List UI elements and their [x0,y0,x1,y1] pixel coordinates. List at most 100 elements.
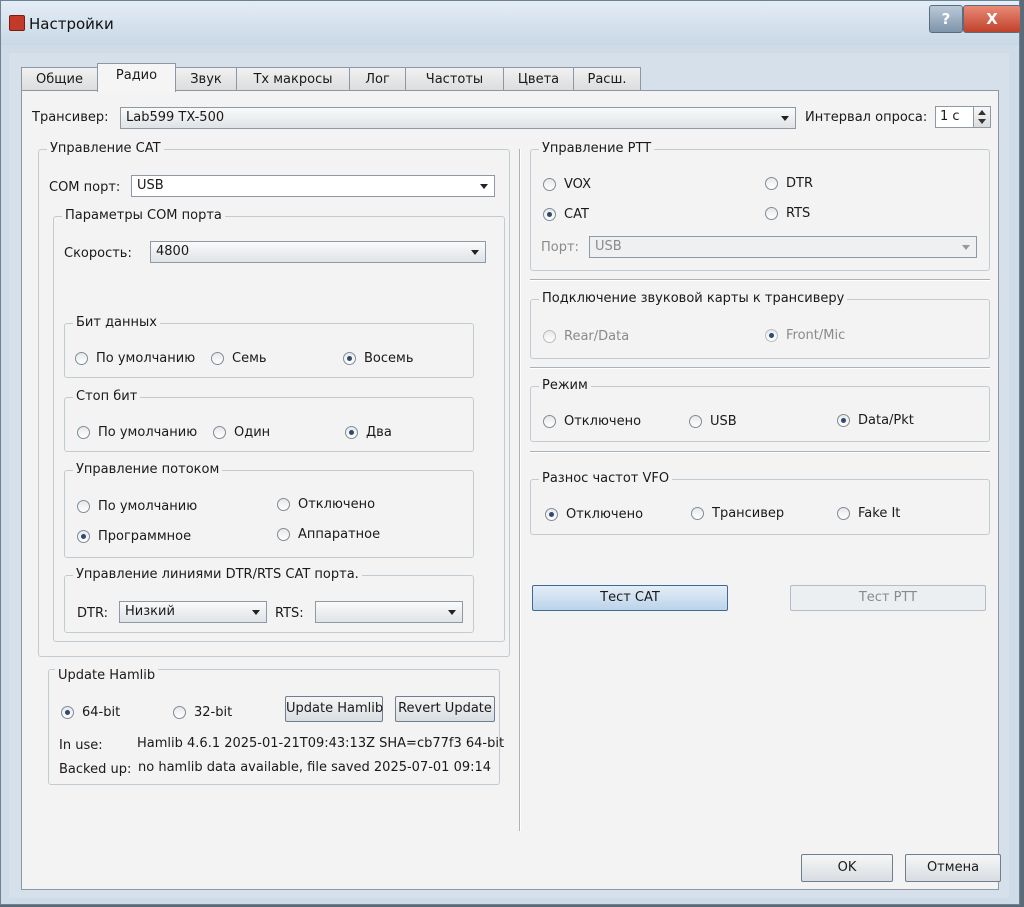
radio-circle-icon [75,352,88,365]
radio-label: Программное [98,529,192,544]
settings-window: Настройки ? X Общие Радио Звук Tx макрос… [0,0,1021,905]
spinner-arrows[interactable] [973,107,990,127]
com-port-label: COM порт: [49,180,121,195]
data-bits-title: Бит данных [73,315,160,330]
ptt-port-value: USB [595,239,622,254]
revert-update-button[interactable]: Revert Update [395,696,495,722]
radio-label: По умолчанию [98,499,198,514]
update-hamlib-button[interactable]: Update Hamlib [285,696,383,722]
poll-interval-value: 1 с [940,109,960,124]
dialog-client: Общие Радио Звук Tx макросы Лог Частоты … [9,53,1009,898]
divider [530,279,990,281]
chevron-down-icon [962,245,970,250]
radio-label: Rear/Data [564,329,630,344]
stop-bits-group: Стоп бит По умолчанию Один Два [64,389,474,452]
radio-circle-icon [543,415,556,428]
dtr-select[interactable]: Низкий [119,601,267,623]
radio-label: VOX [564,177,591,192]
soundcard-title: Подключение звуковой карты к трансиверу [539,291,848,306]
vertical-divider [519,149,521,831]
radio-panel: Трансивер: Lab599 TX-500 Интервал опроса… [21,90,999,890]
poll-interval-spinner[interactable]: 1 с [935,106,991,128]
com-port-select[interactable]: USB [131,175,495,197]
mode-group: Режим Отключено USB Data/Pkt [530,378,990,442]
divider [530,367,990,369]
help-button[interactable]: ? [929,5,963,33]
radio-circle-icon [277,498,290,511]
tab-tx-macros[interactable]: Tx макросы [236,67,350,91]
app-icon [9,15,25,31]
tab-colors[interactable]: Цвета [503,67,574,91]
radio-circle-icon [765,329,778,342]
radio-label: Отключено [566,507,644,522]
rts-label: RTS: [275,606,304,621]
radio-circle-icon [345,426,358,439]
radio-label: Отключено [564,414,642,429]
radio-circle-icon [545,508,558,521]
ok-button[interactable]: OK [801,854,893,882]
ptt-port-select[interactable]: USB [589,236,977,258]
ptt-port-label: Порт: [541,240,579,255]
radio-circle-icon [173,706,186,719]
transceiver-select[interactable]: Lab599 TX-500 [120,107,796,129]
dtr-value: Низкий [125,604,175,619]
radio-label: Трансивер [712,506,785,521]
chevron-down-icon [471,250,479,255]
ptt-title: Управление PTT [539,141,655,156]
tab-sound[interactable]: Звук [175,67,237,91]
radio-label: CAT [564,207,589,222]
flow-control-title: Управление потоком [73,462,223,477]
tab-radio[interactable]: Радио [97,63,176,92]
radio-circle-icon [837,507,850,520]
vfo-split-group: Разнос частот VFO Отключено Трансивер Fa… [530,471,990,535]
com-params-title: Параметры COM порта [62,208,225,223]
radio-label: Аппаратное [298,527,381,542]
radio-circle-icon [691,507,704,520]
com-params-group: Параметры COM порта Скорость: 4800 Бит д… [53,208,505,642]
radio-circle-icon [543,178,556,191]
radio-circle-icon [765,207,778,220]
speed-value: 4800 [156,244,190,259]
radio-label: Отключено [298,497,376,512]
vfo-split-title: Разнос частот VFO [539,471,673,486]
in-use-value: Hamlib 4.6.1 2025-01-21T09:43:13Z SHA=cb… [137,736,505,751]
radio-label: Data/Pkt [858,413,914,428]
radio-circle-icon [277,528,290,541]
dtr-rts-group: Управление линиями DTR/RTS CAT порта. DT… [64,567,474,633]
chevron-down-icon [252,610,260,615]
close-button[interactable]: X [963,5,1021,33]
tab-frequencies[interactable]: Частоты [405,67,504,91]
tab-advanced[interactable]: Расш. [573,67,641,91]
speed-label: Скорость: [64,246,132,261]
test-cat-button[interactable]: Тест CAT [532,585,728,611]
chevron-down-icon [448,610,456,615]
radio-label: По умолчанию [96,351,196,366]
chevron-up-icon [978,110,986,115]
radio-circle-icon [543,330,556,343]
radio-label: Front/Mic [786,328,846,343]
radio-label: Два [366,425,392,440]
chevron-down-icon [480,184,488,189]
tab-general[interactable]: Общие [21,67,98,91]
test-ptt-button[interactable]: Тест PTT [790,585,986,611]
ptt-group: Управление PTT VOX DTR CAT RTS Порт: USB [530,141,990,271]
transceiver-label: Трансивер: [32,110,109,125]
flow-control-group: Управление потоком По умолчанию Отключен… [64,462,474,558]
cat-group-title: Управление CAT [47,141,164,156]
radio-label: Семь [232,351,267,366]
poll-interval-label: Интервал опроса: [805,110,928,125]
radio-circle-icon [343,352,356,365]
cancel-button[interactable]: Отмена [905,854,1001,882]
dtr-rts-title: Управление линиями DTR/RTS CAT порта. [73,567,362,582]
mode-title: Режим [539,378,591,393]
speed-select[interactable]: 4800 [150,241,486,263]
radio-circle-icon [689,415,702,428]
radio-label: 32-bit [194,705,233,720]
rts-select[interactable] [315,601,463,623]
radio-circle-icon [213,426,226,439]
cat-group: Управление CAT COM порт: USB Параметры C… [38,141,510,657]
tab-log[interactable]: Лог [349,67,406,91]
hamlib-title: Update Hamlib [55,668,159,683]
radio-circle-icon [765,177,778,190]
radio-label: По умолчанию [98,425,198,440]
